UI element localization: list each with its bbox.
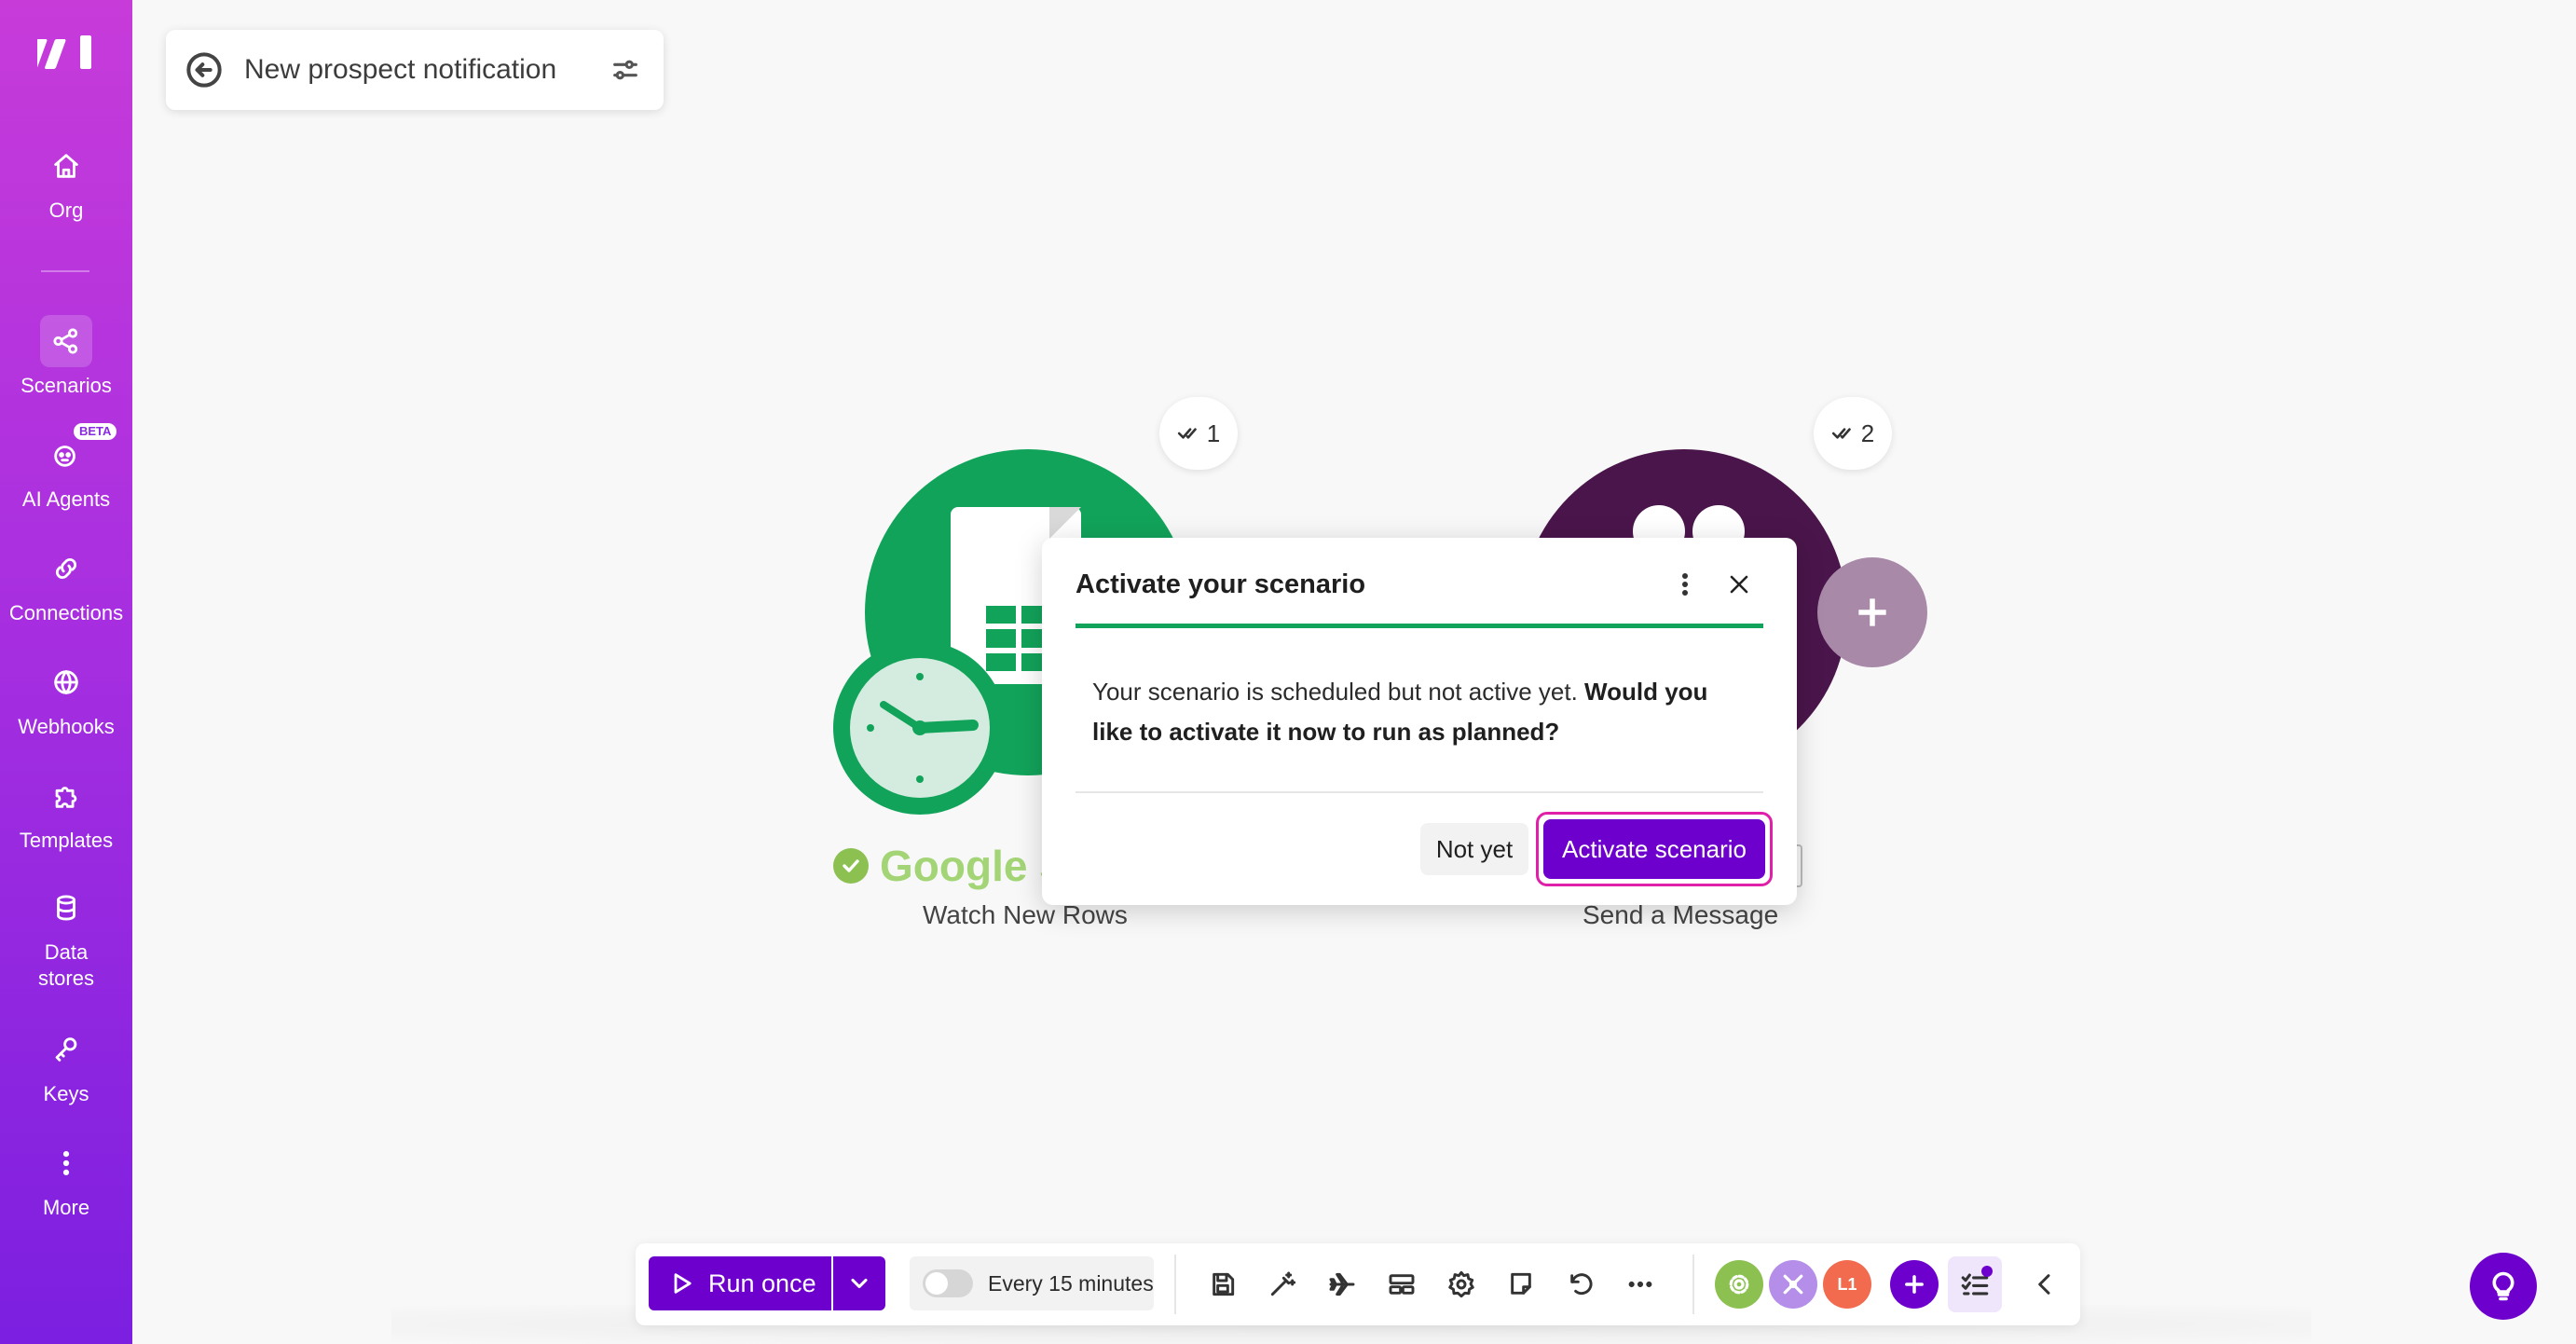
- module-1-app-name: Google S: [880, 842, 1068, 890]
- sliders-icon[interactable]: [606, 50, 645, 89]
- lightbulb-icon[interactable]: [2470, 1253, 2537, 1320]
- sidebar-item-more[interactable]: More: [0, 1137, 132, 1221]
- module-1-badge-count: 1: [1206, 418, 1221, 447]
- schedule-toggle[interactable]: Every 15 minutes: [910, 1256, 1154, 1310]
- sidebar-item-webhooks[interactable]: Webhooks: [0, 656, 132, 740]
- module-2-badge-count: 2: [1860, 418, 1875, 447]
- more-vertical-icon: [40, 1137, 92, 1189]
- dialog-message: Your scenario is scheduled but not activ…: [1092, 672, 1745, 752]
- sidebar-item-label: More: [42, 1196, 90, 1219]
- dialog-divider: [1076, 791, 1763, 793]
- module-2-operations-badge[interactable]: 2: [1814, 397, 1892, 470]
- sidebar-item-connections[interactable]: Connections: [0, 542, 132, 626]
- run-options-button[interactable]: [833, 1256, 885, 1310]
- gear-icon[interactable]: [1437, 1260, 1486, 1309]
- route-icon[interactable]: [1377, 1260, 1426, 1309]
- ai-agent-icon: BETA: [40, 423, 117, 481]
- plus-icon: [1905, 1275, 1924, 1294]
- page-title[interactable]: New prospect notification: [244, 54, 606, 86]
- collaborator-avatar-initials[interactable]: L1: [1823, 1260, 1871, 1309]
- dialog-accent-bar: [1076, 624, 1763, 628]
- more-horizontal-icon[interactable]: [1616, 1260, 1665, 1309]
- play-icon: [674, 1273, 692, 1294]
- sidebar-item-org[interactable]: Org: [0, 140, 132, 224]
- sidebar-item-label: Keys: [43, 1082, 89, 1105]
- sidebar-item-label: Templates: [19, 829, 114, 852]
- chevron-left-icon[interactable]: [2021, 1260, 2069, 1309]
- schedule-clock-icon[interactable]: [833, 641, 1007, 815]
- back-arrow-icon[interactable]: [185, 50, 224, 89]
- add-collaborator-button[interactable]: [1890, 1260, 1939, 1309]
- undo-icon[interactable]: [1556, 1260, 1605, 1309]
- sidebar-divider: [41, 270, 89, 272]
- sidebar-item-templates[interactable]: Templates: [0, 770, 132, 854]
- home-icon: [40, 140, 92, 192]
- puzzle-icon: [40, 770, 92, 822]
- chevron-down-icon: [851, 1278, 868, 1289]
- module-1-name[interactable]: Google S: [833, 841, 1068, 891]
- tools-icon: [1783, 1274, 1803, 1295]
- collaborator-avatar-tools[interactable]: [1769, 1260, 1817, 1309]
- gear-icon: [1729, 1274, 1749, 1295]
- note-icon[interactable]: [1497, 1260, 1545, 1309]
- airplane-icon[interactable]: [1318, 1260, 1366, 1309]
- make-logo-icon[interactable]: [26, 32, 93, 71]
- share-icon: [40, 315, 92, 367]
- globe-icon: [40, 656, 92, 708]
- sidebar-item-keys[interactable]: Keys: [0, 1023, 132, 1107]
- sidebar-item-label: Data stores: [38, 940, 94, 990]
- plus-icon[interactable]: [1817, 557, 1927, 667]
- not-yet-button[interactable]: Not yet: [1420, 823, 1528, 875]
- sidebar-item-ai-agents[interactable]: BETA AI Agents: [0, 423, 132, 513]
- close-icon[interactable]: [1720, 566, 1758, 603]
- scenario-title-card: New prospect notification: [166, 30, 664, 110]
- dialog-title: Activate your scenario: [1076, 569, 1366, 599]
- sidebar-item-label: Scenarios: [21, 374, 112, 397]
- key-icon: [40, 1023, 92, 1076]
- check-circle-icon: [833, 848, 869, 884]
- activate-scenario-dialog: Activate your scenario Your scenario is …: [1042, 538, 1797, 905]
- sidebar-item-label: Webhooks: [18, 715, 115, 738]
- schedule-label: Every 15 minutes: [988, 1270, 1154, 1296]
- database-icon: [40, 882, 92, 934]
- sidebar-item-label: AI Agents: [21, 487, 111, 511]
- run-once-button[interactable]: Run once: [649, 1256, 831, 1310]
- task-list-button[interactable]: [1948, 1256, 2002, 1312]
- sidebar-item-label: Connections: [8, 601, 124, 624]
- double-check-icon: [1831, 428, 1851, 439]
- double-check-icon: [1177, 428, 1197, 439]
- sidebar-item-scenarios[interactable]: Scenarios: [0, 315, 132, 399]
- activate-scenario-button[interactable]: Activate scenario: [1543, 819, 1765, 879]
- beta-badge: BETA: [74, 423, 117, 440]
- sidebar-item-label: Org: [48, 199, 84, 222]
- module-1-operations-badge[interactable]: 1: [1159, 397, 1238, 470]
- sidebar: Org Scenarios BETA AI Agents Connections…: [0, 0, 132, 1344]
- link-icon: [40, 542, 92, 595]
- sidebar-item-data-stores[interactable]: Data stores: [0, 882, 132, 992]
- schedule-switch[interactable]: [923, 1269, 973, 1297]
- bottom-toolbar: Run once Every 15 minutes L1: [636, 1243, 2080, 1325]
- dialog-message-plain: Your scenario is scheduled but not activ…: [1092, 678, 1585, 706]
- more-vertical-icon[interactable]: [1668, 566, 1702, 603]
- magic-wand-icon[interactable]: [1258, 1260, 1307, 1309]
- save-icon[interactable]: [1199, 1260, 1247, 1309]
- collaborator-avatar-gear[interactable]: [1715, 1260, 1763, 1309]
- run-once-label: Run once: [708, 1269, 816, 1297]
